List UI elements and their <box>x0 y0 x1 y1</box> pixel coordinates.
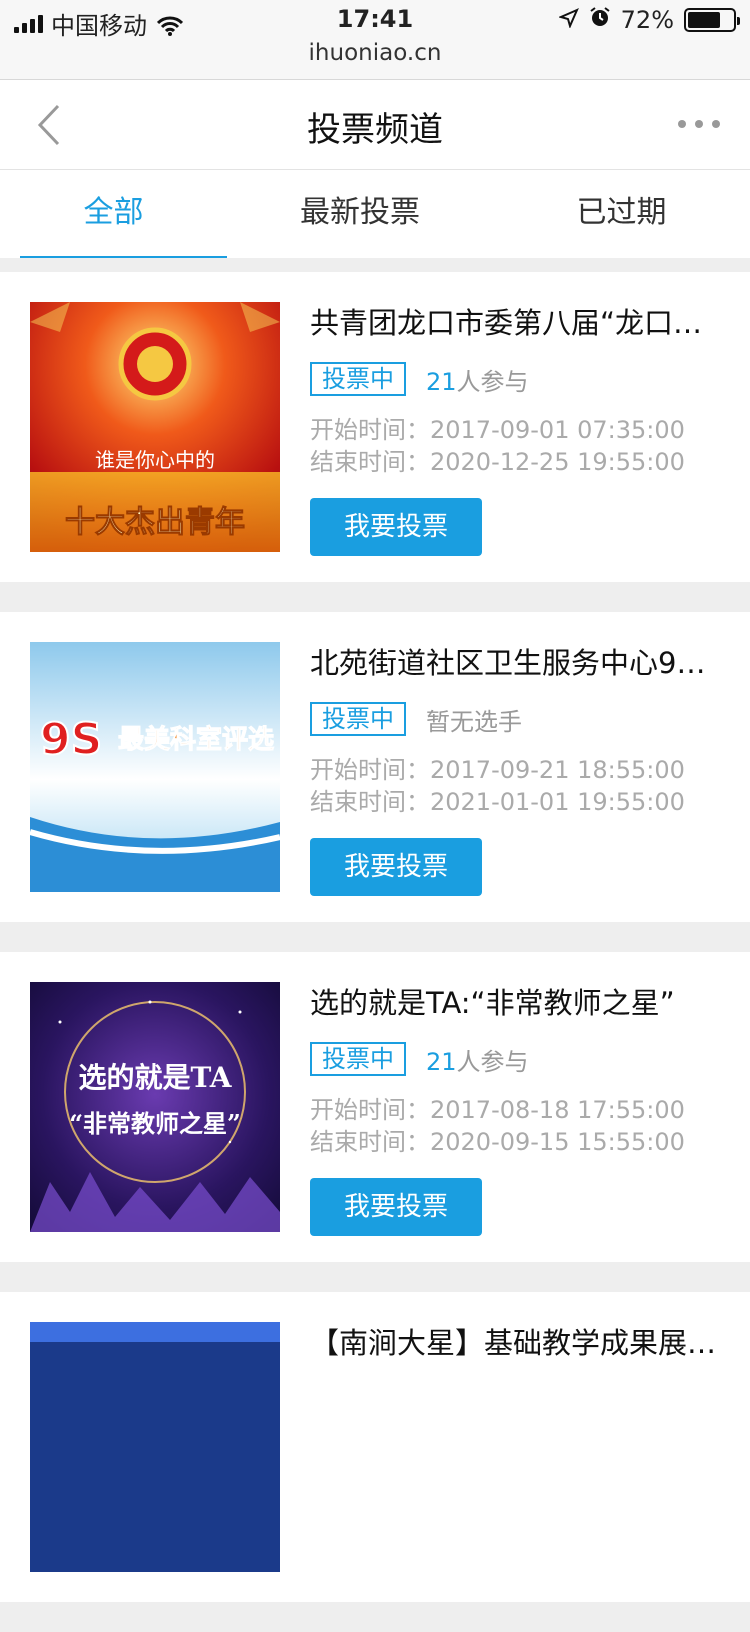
participants-count: 21人参与 <box>426 362 529 397</box>
vote-title[interactable]: 北苑街道社区卫生服务中心9… <box>310 642 720 684</box>
list-item[interactable]: 9S 最美科室评选 北苑街道社区卫生服务中心9… 投票中 暂无选手 开始时间：2… <box>0 612 750 922</box>
vote-button[interactable]: 我要投票 <box>310 498 482 556</box>
status-bar: 中国移动 17:41 ihuoniao.cn 72% <box>0 0 750 80</box>
status-right: 72% <box>557 6 740 34</box>
list-item[interactable]: 选的就是TA “非常教师之星” 选的就是TA:“非常教师之星” 投票中 21人参… <box>0 952 750 1262</box>
vote-title[interactable]: 共青团龙口市委第八届“龙口… <box>310 302 720 344</box>
vote-button[interactable]: 我要投票 <box>310 838 482 896</box>
status-row: 投票中 暂无选手 <box>310 700 720 738</box>
vote-thumbnail[interactable]: 谁是你心中的 十大杰出青年 <box>30 302 280 552</box>
battery-fill <box>688 12 720 28</box>
status-row: 投票中 21人参与 <box>310 1040 720 1078</box>
vote-info: 【南涧大星】基础教学成果展… <box>310 1322 720 1364</box>
tab-latest[interactable]: 最新投票 <box>227 170 493 258</box>
vote-thumbnail[interactable]: 选的就是TA “非常教师之星” <box>30 982 280 1232</box>
status-badge: 投票中 <box>310 702 406 736</box>
participants-suffix: 人参与 <box>456 367 529 396</box>
alarm-icon <box>589 6 611 34</box>
participants-count: 21人参与 <box>426 1042 529 1077</box>
start-time: 开始时间：2017-09-21 18:55:00 <box>310 756 685 784</box>
end-time: 结束时间：2020-12-25 19:55:00 <box>310 448 685 476</box>
end-time: 结束时间：2021-01-01 19:55:00 <box>310 788 685 816</box>
vote-thumbnail[interactable]: 9S 最美科室评选 <box>30 642 280 892</box>
vote-thumbnail[interactable] <box>30 1322 280 1572</box>
status-badge: 投票中 <box>310 1042 406 1076</box>
vote-button[interactable]: 我要投票 <box>310 1178 482 1236</box>
tab-expired[interactable]: 已过期 <box>493 170 750 258</box>
participants-text: 暂无选手 <box>426 707 522 736</box>
start-time: 开始时间：2017-09-01 07:35:00 <box>310 416 685 444</box>
participants-number: 21 <box>426 1047 457 1076</box>
vote-info: 选的就是TA:“非常教师之星” 投票中 21人参与 开始时间：2017-08-1… <box>310 982 720 1236</box>
vote-info: 共青团龙口市委第八届“龙口… 投票中 21人参与 开始时间：2017-09-01… <box>310 302 720 556</box>
vote-info: 北苑街道社区卫生服务中心9… 投票中 暂无选手 开始时间：2017-09-21 … <box>310 642 720 896</box>
participants-suffix: 人参与 <box>456 1047 529 1076</box>
tab-all[interactable]: 全部 <box>0 170 227 258</box>
url-label[interactable]: ihuoniao.cn <box>0 40 750 66</box>
location-arrow-icon <box>557 6 579 34</box>
list-item[interactable]: 谁是你心中的 十大杰出青年 共青团龙口市委第八届“龙口… 投票中 21人参与 开… <box>0 272 750 582</box>
tab-bar: 全部 最新投票 已过期 <box>0 170 750 258</box>
battery-percent: 72% <box>620 6 674 34</box>
end-time: 结束时间：2020-09-15 15:55:00 <box>310 1128 685 1156</box>
thumb-caption-1: 谁是你心中的 <box>95 448 215 472</box>
status-badge: 投票中 <box>310 362 406 396</box>
page-title: 投票频道 <box>307 110 443 150</box>
thumb-caption-2: “非常教师之星” <box>69 1109 241 1138</box>
vote-title[interactable]: 选的就是TA:“非常教师之星” <box>310 982 720 1024</box>
thumb-caption-1: 9S <box>40 714 102 765</box>
thumb-caption-2: 十大杰出青年 <box>65 505 245 540</box>
list-item[interactable]: 【南涧大星】基础教学成果展… <box>0 1292 750 1602</box>
time-range: 开始时间：2017-09-01 07:35:00 结束时间：2020-12-25… <box>310 414 720 478</box>
thumb-caption-1: 选的就是TA <box>78 1061 232 1094</box>
start-time: 开始时间：2017-08-18 17:55:00 <box>310 1096 685 1124</box>
participants-number: 21 <box>426 367 457 396</box>
thumb-caption-2: 最美科室评选 <box>118 724 274 755</box>
status-row: 投票中 21人参与 <box>310 360 720 398</box>
vote-title[interactable]: 【南涧大星】基础教学成果展… <box>310 1322 720 1364</box>
time-range: 开始时间：2017-09-21 18:55:00 结束时间：2021-01-01… <box>310 754 720 818</box>
battery-icon <box>684 8 740 32</box>
vote-list: 谁是你心中的 十大杰出青年 共青团龙口市委第八届“龙口… 投票中 21人参与 开… <box>0 272 750 1632</box>
time-range: 开始时间：2017-08-18 17:55:00 结束时间：2020-09-15… <box>310 1094 720 1158</box>
nav-bar: 投票频道 <box>0 80 750 170</box>
more-dots-icon[interactable] <box>678 120 720 128</box>
